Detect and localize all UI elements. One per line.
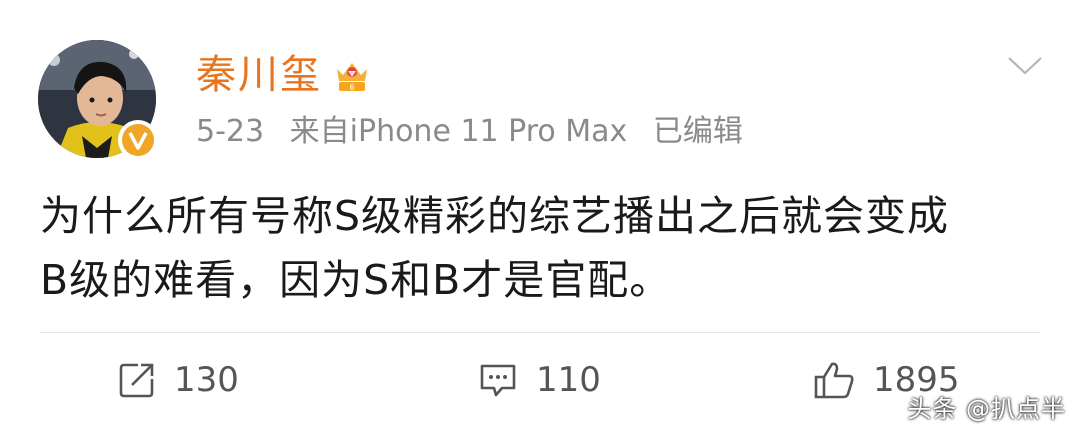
comment-icon: [480, 364, 516, 397]
source-watermark: 头条 @扒点半: [907, 395, 1066, 423]
post-meta: 5-23 来自iPhone 11 Pro Max 已编辑: [196, 112, 759, 152]
crown-icon[interactable]: 6: [333, 55, 371, 95]
weibo-post-card: 秦川玺 6 5-23 来自iPhone 11 Pro Max 已编辑 为什么所有…: [0, 0, 1080, 434]
repost-count: 130: [174, 360, 239, 400]
divider: [40, 332, 1040, 333]
thumbs-up-icon: [814, 362, 854, 399]
comment-count: 110: [536, 360, 601, 400]
verified-badge: [118, 120, 158, 160]
verified-v-icon: [122, 124, 154, 156]
repost-button[interactable]: 130: [118, 360, 239, 400]
post-text-line: 为什么所有号称S级精彩的综艺播出之后就会变成: [40, 192, 950, 240]
username[interactable]: 秦川玺: [196, 50, 322, 100]
post-text-line: B级的难看，因为S和B才是官配。: [40, 256, 672, 304]
post-content: 为什么所有号称S级精彩的综艺播出之后就会变成 B级的难看，因为S和B才是官配。: [40, 184, 1050, 312]
repost-icon: [119, 363, 154, 398]
post-date: 5-23: [196, 114, 265, 149]
post-source[interactable]: 来自iPhone 11 Pro Max: [290, 114, 628, 149]
edited-label[interactable]: 已编辑: [653, 114, 743, 149]
comment-button[interactable]: 110: [478, 360, 601, 400]
chevron-down-icon[interactable]: [1006, 54, 1044, 78]
svg-text:6: 6: [349, 83, 354, 92]
